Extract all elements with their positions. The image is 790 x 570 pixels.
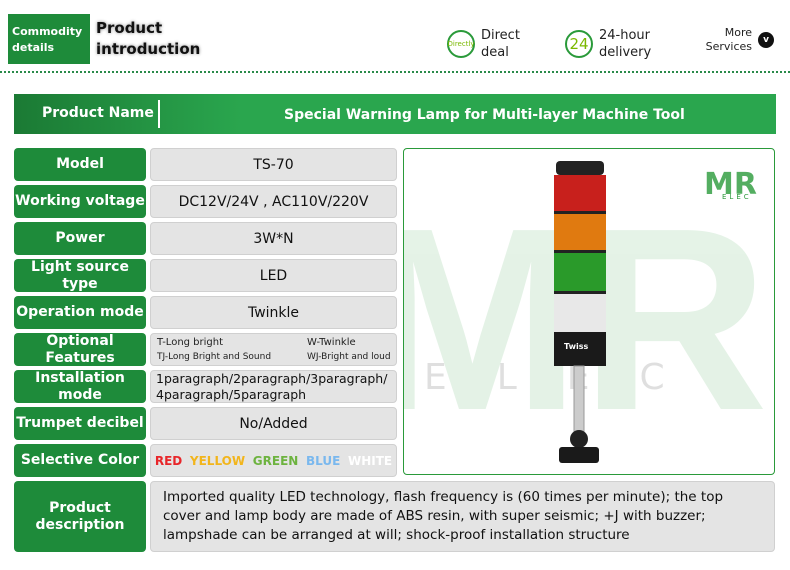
spec-label: Light source type [14, 259, 146, 292]
product-name-label: Product Name [42, 105, 154, 121]
spec-value: LED [150, 259, 397, 292]
service-24-hour: 24 24-hour delivery [565, 27, 659, 61]
spec-label: Operation mode [14, 296, 146, 329]
option: WJ-Bright and loud [307, 352, 391, 362]
directly-icon: Directly [447, 30, 475, 58]
color-option-yellow: YELLOW [189, 453, 246, 468]
description-value: Imported quality LED technology, flash f… [150, 481, 775, 552]
product-name-banner: Product Name Special Warning Lamp for Mu… [14, 94, 776, 134]
spec-value: 3W*N [150, 222, 397, 255]
option: W-Twinkle [307, 337, 356, 348]
spec-value: DC12V/24V , AC110V/220V [150, 185, 397, 218]
service-label: Direct deal [481, 28, 520, 60]
color-option-white: WHITE [347, 453, 393, 468]
spec-label: Trumpet decibel [14, 407, 146, 440]
option: TJ-Long Bright and Sound [157, 352, 272, 362]
warning-lamp-illustration: MR ELEC MR ELEC Twiss [404, 161, 768, 465]
spec-label: Optional Features [14, 333, 146, 366]
more-label: More Services [705, 26, 752, 53]
color-option-red: RED [154, 453, 183, 468]
spec-value-colors: RED YELLOW GREEN BLUE WHITE [150, 444, 397, 477]
chevron-down-icon: v [758, 32, 774, 48]
product-image: MR ELEC MR ELEC Twiss [403, 148, 775, 475]
divider [0, 71, 790, 73]
color-option-green: GREEN [252, 453, 299, 468]
spec-label: Installation mode [14, 370, 146, 403]
spec-value: Twinkle [150, 296, 397, 329]
svg-text:ELEC: ELEC [722, 193, 752, 201]
spec-label: Selective Color [14, 444, 146, 477]
spec-label: Working voltage [14, 185, 146, 218]
spec-label: Power [14, 222, 146, 255]
spec-value: No/Added [150, 407, 397, 440]
service-direct-deal: Directly Direct deal [447, 27, 526, 61]
tab-product-introduction[interactable]: Product introduction [96, 18, 206, 60]
service-label: 24-hour delivery [599, 28, 652, 60]
color-option-blue: BLUE [305, 453, 341, 468]
spec-value: 1paragraph/2paragraph/3paragraph/ 4parag… [150, 370, 397, 403]
more-services-button[interactable]: More Services v [702, 26, 774, 54]
spec-value: TS-70 [150, 148, 397, 181]
tab-commodity-details[interactable]: Commodity details [8, 14, 90, 64]
svg-text:Twiss: Twiss [564, 342, 588, 351]
spec-label: Model [14, 148, 146, 181]
spec-value-options: T-Long bright W-Twinkle TJ-Long Bright a… [150, 333, 397, 366]
option: T-Long bright [157, 337, 224, 348]
description-label: Product description [14, 481, 146, 552]
divider [158, 100, 160, 128]
24-icon: 24 [565, 30, 593, 58]
product-name-value: Special Warning Lamp for Multi-layer Mac… [284, 107, 685, 123]
